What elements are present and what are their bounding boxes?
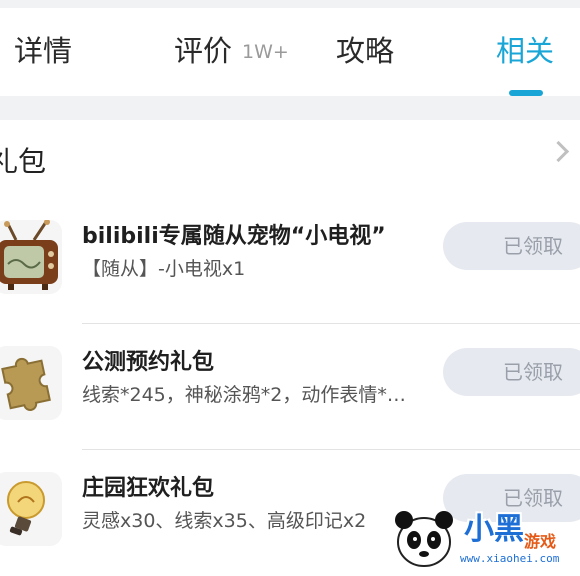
gift-name: 公测预约礼包: [82, 350, 215, 375]
tv-icon: [0, 220, 62, 294]
panda-icon: [395, 511, 453, 567]
gift-section-header[interactable]: 礼包: [0, 130, 580, 180]
gift-name: bilibili专属随从宠物“小电视”: [82, 224, 386, 249]
gift-description: 【随从】-小电视x1: [82, 258, 246, 280]
top-separator: [0, 0, 580, 8]
chevron-right-icon: [547, 140, 570, 163]
gift-description: 灵感x30、线索x35、高级印记x2: [82, 510, 367, 532]
gift-name: 庄园狂欢礼包: [82, 476, 215, 501]
tab-label: 攻略: [336, 34, 395, 68]
tab-guides[interactable]: 攻略: [336, 28, 394, 70]
gift-description: 线索*245，神秘涂鸦*2，动作表情*…: [82, 384, 406, 406]
tab-related[interactable]: 相关: [496, 28, 554, 70]
watermark-sub: 游戏: [524, 532, 557, 551]
gift-item: 公测预约礼包 线索*245，神秘涂鸦*2，动作表情*… 已领取: [0, 338, 580, 450]
claimed-button[interactable]: 已领取: [443, 348, 580, 396]
watermark-logo: 小黑 游戏 www.xiaohei.com: [388, 502, 580, 570]
section-gap: [0, 96, 580, 120]
tab-label: 评价: [174, 34, 233, 68]
tab-label: 相关: [496, 34, 555, 68]
claimed-button[interactable]: 已领取: [443, 222, 580, 270]
section-title: 礼包: [0, 145, 47, 178]
tab-label: 详情: [14, 34, 73, 68]
gift-item: bilibili专属随从宠物“小电视” 【随从】-小电视x1 已领取: [0, 212, 580, 324]
tab-reviews[interactable]: 评价 1W+: [174, 28, 289, 70]
review-count-badge: 1W+: [242, 41, 289, 63]
divider: [82, 323, 580, 324]
divider: [82, 449, 580, 450]
watermark-url: www.xiaohei.com: [460, 552, 560, 565]
tab-bar: 详情 评价 1W+ 攻略 相关: [0, 8, 580, 96]
tab-details[interactable]: 详情: [14, 28, 72, 70]
puzzle-piece-icon: [0, 346, 62, 420]
lightbulb-icon: [0, 472, 62, 546]
watermark-brand: 小黑: [464, 512, 524, 547]
